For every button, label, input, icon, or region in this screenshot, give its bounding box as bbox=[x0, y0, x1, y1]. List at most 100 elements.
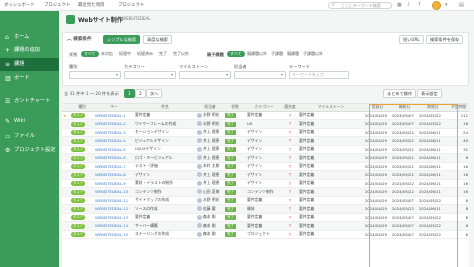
star-cell[interactable] bbox=[62, 170, 70, 180]
summary-cell[interactable]: ビジュアルデザイン bbox=[134, 136, 196, 146]
user-avatar[interactable] bbox=[432, 1, 441, 10]
keyword-input[interactable]: キーワードを入力 bbox=[289, 71, 349, 79]
conditions-toggle[interactable]: ︿ 検索条件 bbox=[67, 36, 92, 42]
star-cell[interactable] bbox=[62, 221, 70, 231]
status-in-progress[interactable]: 処理中 bbox=[119, 51, 131, 57]
sidebar-item-board[interactable]: ▥ ボード bbox=[0, 72, 59, 85]
key-cell[interactable]: WEBSITEDEAL-2 bbox=[94, 119, 134, 129]
key-cell[interactable]: WEBSITEDEAL-10 bbox=[94, 187, 134, 197]
column-header[interactable]: キー bbox=[94, 104, 134, 112]
star-cell[interactable] bbox=[62, 153, 70, 163]
sidebar-item-issues[interactable]: ≡ 課題 bbox=[0, 58, 59, 71]
table-row[interactable]: タスク WEBSITEDEAL-4 ビジュアルデザイン 井上 理恵 完了 デザイン ↑ 要件定… bbox=[62, 136, 469, 146]
table-row[interactable]: タスク WEBSITEDEAL-5 UI/UXデザイン 井上 理恵 完了 デザイン ↑ 要件定… bbox=[62, 145, 469, 154]
star-cell[interactable] bbox=[62, 187, 70, 197]
summary-cell[interactable]: UI/UXデザイン bbox=[134, 145, 196, 154]
table-row[interactable]: タスク WEBSITEDEAL-10 コンテンツ制作 山田 夏美 完了 コンテンツ制作 ↑ 要… bbox=[62, 187, 469, 197]
table-row[interactable]: タスク WEBSITEDEAL-3 モーションデザイン 井上 理恵 完了 デザイン ↑ 要件定… bbox=[62, 128, 469, 137]
status-resolved[interactable]: 処理済み bbox=[137, 51, 153, 57]
short-url-button[interactable]: 短いURL bbox=[399, 35, 424, 44]
star-cell[interactable] bbox=[62, 145, 70, 154]
table-row[interactable]: タスク WEBSITEDEAL-9 素材・イラストの制作 井上 理恵 完了 デザイン ↑ 要件… bbox=[62, 179, 469, 188]
assignee-select[interactable]: ▾ bbox=[234, 71, 286, 79]
sidebar-item-files[interactable]: ▭ ファイル bbox=[0, 130, 59, 143]
top-menu-project2[interactable]: プロジェクト bbox=[118, 2, 144, 8]
search-input[interactable]: ⌕ ここにキーワード検索 bbox=[328, 2, 392, 9]
column-header[interactable]: 予定時間 bbox=[448, 104, 469, 112]
type-select[interactable]: ▾ bbox=[69, 71, 121, 79]
key-cell[interactable]: WEBSITEDEAL-7 bbox=[94, 162, 134, 171]
parent-not-parent[interactable]: 親課題以外 bbox=[247, 51, 267, 57]
category-select[interactable]: ▾ bbox=[124, 71, 176, 79]
top-menu-project[interactable]: プロジェクト bbox=[44, 2, 70, 8]
star-cell[interactable] bbox=[62, 230, 70, 239]
key-cell[interactable]: WEBSITEDEAL-11 bbox=[94, 196, 134, 205]
key-cell[interactable]: WEBSITEDEAL-4 bbox=[94, 136, 134, 146]
key-cell[interactable]: WEBSITEDEAL-12 bbox=[94, 204, 134, 214]
table-row[interactable]: タスク WEBSITEDEAL-14 サーバー構築 森本 剛完了 要件定義 ↑ 要件定義 20… bbox=[62, 221, 469, 231]
column-header[interactable] bbox=[62, 104, 70, 112]
star-cell[interactable] bbox=[62, 119, 70, 129]
star-cell[interactable] bbox=[62, 196, 70, 205]
table-row[interactable]: タスク WEBSITEDEAL-7 テスト・評価 木村 太郎 完了 デザイン ↑ 要件定義 20… bbox=[62, 162, 469, 171]
sidebar-item-gantt[interactable]: ☰ ガントチャート bbox=[0, 95, 59, 108]
summary-cell[interactable]: ワイヤーフレームの作成 bbox=[134, 119, 196, 129]
summary-cell[interactable]: サーバー構築 bbox=[134, 221, 196, 231]
summary-cell[interactable]: デザイン bbox=[134, 170, 196, 180]
star-cell[interactable]: ★ bbox=[62, 111, 70, 120]
page-1[interactable]: 1 bbox=[124, 89, 135, 98]
status-closed[interactable]: 完了 bbox=[159, 51, 167, 57]
key-cell[interactable]: WEBSITEDEAL-1 bbox=[94, 111, 134, 120]
column-header[interactable]: カテゴリー bbox=[246, 104, 282, 112]
bulk-edit-button[interactable]: まとめて操作 bbox=[383, 89, 417, 98]
summary-cell[interactable]: サイトマップの作成 bbox=[134, 196, 196, 205]
key-cell[interactable]: WEBSITEDEAL-13 bbox=[94, 213, 134, 222]
tab-advanced-search[interactable]: 高度な検索 bbox=[143, 35, 172, 44]
table-row[interactable]: タスク WEBSITEDEAL-15 ステージングの作成 森本 剛完了 プロジェクト ↑ 要… bbox=[62, 230, 469, 239]
column-header[interactable]: 期限日 bbox=[418, 104, 448, 112]
column-header[interactable]: 担当者 bbox=[196, 104, 224, 112]
status-all[interactable]: すべて bbox=[81, 51, 99, 57]
column-header[interactable]: 件名 bbox=[134, 104, 196, 112]
summary-cell[interactable]: ソースの作成 bbox=[134, 204, 196, 214]
summary-cell[interactable]: コンテンツ制作 bbox=[134, 187, 196, 197]
sidebar-item-settings[interactable]: ⚙ プロジェクト設定 bbox=[0, 144, 59, 157]
table-row[interactable]: タスク WEBSITEDEAL-2 ワイヤーフレームの作成 水野 明花 完了 UX ↑ 要件定… bbox=[62, 119, 469, 129]
star-cell[interactable] bbox=[62, 162, 70, 171]
sidebar-item-wiki[interactable]: ✎ Wiki bbox=[0, 115, 59, 128]
summary-cell[interactable]: テスト・評価 bbox=[134, 162, 196, 171]
table-row[interactable]: タスク WEBSITEDEAL-12 ソースの作成 佐藤 翼完了 開発 ↑ 要件定義 2024… bbox=[62, 204, 469, 214]
star-cell[interactable] bbox=[62, 179, 70, 188]
tab-simple-search[interactable]: シンプルな検索 bbox=[103, 35, 141, 44]
help-icon[interactable]: ? bbox=[418, 2, 421, 8]
summary-cell[interactable]: ステージングの作成 bbox=[134, 230, 196, 239]
column-header[interactable]: 状態 bbox=[224, 104, 246, 112]
star-cell[interactable] bbox=[62, 136, 70, 146]
bell-icon[interactable]: ♪ bbox=[407, 2, 410, 8]
page-2[interactable]: 2 bbox=[135, 89, 146, 98]
status-not-closed[interactable]: 完了以外 bbox=[173, 51, 189, 57]
top-menu-dashboard[interactable]: ダッシュボード bbox=[4, 2, 35, 8]
column-header[interactable]: 登録日 bbox=[364, 104, 391, 112]
summary-cell[interactable]: 要件定義 bbox=[134, 213, 196, 222]
key-cell[interactable]: WEBSITEDEAL-3 bbox=[94, 128, 134, 137]
sidebar-item-add-issue[interactable]: + 課題の追加 bbox=[0, 44, 59, 57]
key-cell[interactable]: WEBSITEDEAL-15 bbox=[94, 230, 134, 239]
table-row[interactable]: タスク WEBSITEDEAL-8 デザイン 井上 理恵 完了 デザイン ↑ 要件定義 2024… bbox=[62, 170, 469, 180]
column-header[interactable]: 優先度 bbox=[282, 104, 298, 112]
column-header[interactable]: マイルストーン bbox=[298, 104, 364, 112]
sidebar-item-home[interactable]: ⌂ ホーム bbox=[0, 31, 59, 44]
summary-cell[interactable]: 素材・イラストの制作 bbox=[134, 179, 196, 188]
key-cell[interactable]: WEBSITEDEAL-5 bbox=[94, 145, 134, 154]
key-cell[interactable]: WEBSITEDEAL-6 bbox=[94, 153, 134, 163]
table-row[interactable]: ★ タスク WEBSITEDEAL-1 要件定義 水野 明花 完了 要件定義 ↑ 要件定義 202… bbox=[62, 111, 469, 120]
key-cell[interactable]: WEBSITEDEAL-8 bbox=[94, 170, 134, 180]
grid-icon[interactable]: ▦ bbox=[397, 2, 402, 8]
parent-all[interactable]: すべて bbox=[227, 51, 245, 57]
table-row[interactable]: タスク WEBSITEDEAL-13 要件定義 森本 剛完了 要件定義 ↑ 要件定義 2024… bbox=[62, 213, 469, 222]
parent-parent[interactable]: 親課題 bbox=[287, 51, 299, 57]
chevron-down-icon[interactable]: ▾ bbox=[445, 2, 448, 8]
status-open[interactable]: 未対応 bbox=[101, 51, 113, 57]
column-header[interactable]: 種別 bbox=[70, 104, 94, 112]
star-cell[interactable] bbox=[62, 128, 70, 137]
